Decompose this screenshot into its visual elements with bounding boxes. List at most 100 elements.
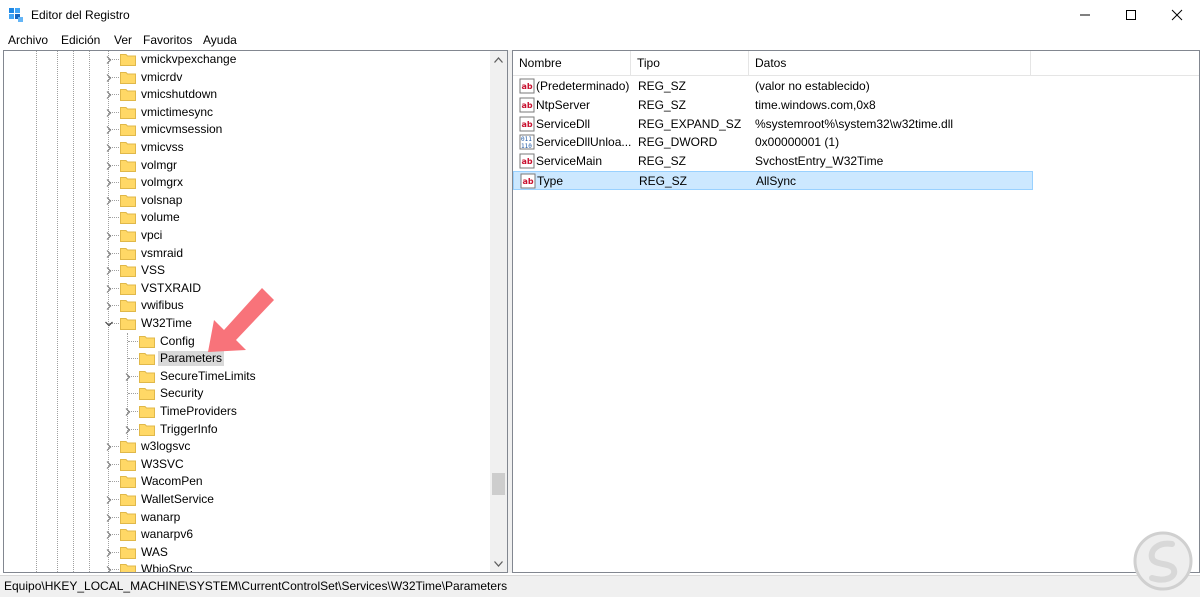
tree-node-label[interactable]: WalletService <box>139 492 216 507</box>
chevron-down-icon[interactable] <box>104 319 114 329</box>
tree-node[interactable]: vsmraid <box>4 245 492 263</box>
chevron-right-icon[interactable] <box>104 161 114 171</box>
tree-node[interactable]: TimeProviders <box>4 403 492 421</box>
tree-node[interactable]: vmictimesync <box>4 104 492 122</box>
tree-node[interactable]: wanarpv6 <box>4 526 492 544</box>
chevron-right-icon[interactable] <box>104 565 114 573</box>
tree-node-label[interactable]: W32Time <box>139 316 194 331</box>
menu-ayuda[interactable]: Ayuda <box>203 33 237 47</box>
tree-node[interactable]: Security <box>4 385 492 403</box>
tree-node-label[interactable]: WacomPen <box>139 474 205 489</box>
tree-node-label[interactable]: VSS <box>139 263 167 278</box>
chevron-right-icon[interactable] <box>104 495 114 505</box>
tree-node[interactable]: vpci <box>4 227 492 245</box>
tree-node-label[interactable]: volsnap <box>139 193 184 208</box>
chevron-right-icon[interactable] <box>123 425 133 435</box>
tree-node[interactable]: SecureTimeLimits <box>4 368 492 386</box>
tree-node-label[interactable]: vmicshutdown <box>139 87 219 102</box>
tree-node[interactable]: vmickvpexchange <box>4 51 492 69</box>
tree-node-label[interactable]: volmgr <box>139 158 179 173</box>
tree-node-label[interactable]: TriggerInfo <box>158 422 220 437</box>
tree-node[interactable]: WacomPen <box>4 473 492 491</box>
chevron-right-icon[interactable] <box>104 143 114 153</box>
tree-node-label[interactable]: Security <box>158 386 205 401</box>
chevron-right-icon[interactable] <box>104 442 114 452</box>
tree-node-label[interactable]: w3logsvc <box>139 439 192 454</box>
tree-node[interactable]: vmicshutdown <box>4 86 492 104</box>
chevron-right-icon[interactable] <box>104 108 114 118</box>
chevron-right-icon[interactable] <box>104 530 114 540</box>
chevron-right-icon[interactable] <box>104 125 114 135</box>
values-list-pane[interactable]: Nombre Tipo Datos ab (Predeterminado) REG_… <box>512 50 1200 573</box>
tree-node-label[interactable]: WbioSrvc <box>139 562 194 572</box>
menu-archivo[interactable]: Archivo <box>8 33 48 47</box>
value-row[interactable]: ab NtpServer REG_SZ time.windows.com,0x8 <box>513 96 1033 115</box>
value-row[interactable]: ab Type REG_SZ AllSync <box>513 171 1033 190</box>
tree-node[interactable]: TriggerInfo <box>4 421 492 439</box>
tree-node-label[interactable]: wanarpv6 <box>139 527 195 542</box>
menu-favoritos[interactable]: Favoritos <box>143 33 192 47</box>
tree-node-label[interactable]: WAS <box>139 545 170 560</box>
column-header-data[interactable]: Datos <box>749 51 1031 75</box>
scroll-down-button[interactable] <box>490 555 507 572</box>
tree-node[interactable]: WAS <box>4 544 492 562</box>
close-button[interactable] <box>1154 0 1200 30</box>
tree-node-label[interactable]: vpci <box>139 228 164 243</box>
tree-node-label[interactable]: VSTXRAID <box>139 281 203 296</box>
value-row[interactable]: 011 110 ServiceDllUnloa... REG_DWORD 0x00000… <box>513 133 1033 152</box>
tree-node[interactable]: w3logsvc <box>4 438 492 456</box>
tree-node-label[interactable]: vmicvmsession <box>139 122 224 137</box>
tree-node[interactable]: WalletService <box>4 491 492 509</box>
tree-node[interactable]: wanarp <box>4 509 492 527</box>
tree-node[interactable]: vmicrdv <box>4 69 492 87</box>
tree-node[interactable]: VSS <box>4 262 492 280</box>
chevron-right-icon[interactable] <box>104 55 114 65</box>
scroll-thumb[interactable] <box>492 473 505 495</box>
tree-node-label[interactable]: W3SVC <box>139 457 186 472</box>
tree-node[interactable]: W3SVC <box>4 456 492 474</box>
chevron-right-icon[interactable] <box>104 284 114 294</box>
tree-node[interactable]: WbioSrvc <box>4 561 492 573</box>
tree-node-label[interactable]: wanarp <box>139 510 182 525</box>
chevron-right-icon[interactable] <box>123 372 133 382</box>
chevron-right-icon[interactable] <box>104 266 114 276</box>
chevron-right-icon[interactable] <box>104 73 114 83</box>
chevron-right-icon[interactable] <box>104 196 114 206</box>
chevron-right-icon[interactable] <box>104 460 114 470</box>
chevron-right-icon[interactable] <box>104 178 114 188</box>
maximize-button[interactable] <box>1108 0 1154 30</box>
chevron-right-icon[interactable] <box>104 513 114 523</box>
tree-node-label[interactable]: Config <box>158 334 197 349</box>
chevron-right-icon[interactable] <box>104 231 114 241</box>
tree-node-label[interactable]: vwifibus <box>139 298 186 313</box>
tree-node[interactable]: volsnap <box>4 192 492 210</box>
tree-node-label[interactable]: vsmraid <box>139 246 185 261</box>
minimize-button[interactable] <box>1062 0 1108 30</box>
scroll-up-button[interactable] <box>490 51 507 68</box>
tree-node[interactable]: vmicvss <box>4 139 492 157</box>
chevron-right-icon[interactable] <box>104 301 114 311</box>
chevron-right-icon[interactable] <box>104 249 114 259</box>
tree-node-label[interactable]: TimeProviders <box>158 404 239 419</box>
tree-node-label[interactable]: SecureTimeLimits <box>158 369 258 384</box>
tree-node[interactable]: volume <box>4 209 492 227</box>
tree-node-label[interactable]: vmickvpexchange <box>139 52 238 67</box>
tree-node[interactable]: vmicvmsession <box>4 121 492 139</box>
value-row[interactable]: ab (Predeterminado) REG_SZ (valor no establ… <box>513 77 1033 96</box>
menu-ver[interactable]: Ver <box>114 33 132 47</box>
tree-node-label[interactable]: volmgrx <box>139 175 185 190</box>
value-row[interactable]: ab ServiceDll REG_EXPAND_SZ %systemroot%\sy… <box>513 115 1033 134</box>
chevron-right-icon[interactable] <box>123 407 133 417</box>
tree-node[interactable]: volmgrx <box>4 174 492 192</box>
column-header-name[interactable]: Nombre <box>513 51 631 75</box>
tree-node-label[interactable]: vmicvss <box>139 140 186 155</box>
value-row[interactable]: ab ServiceMain REG_SZ SvchostEntry_W32Time <box>513 152 1033 171</box>
tree-node-label[interactable]: volume <box>139 210 182 225</box>
column-header-type[interactable]: Tipo <box>631 51 749 75</box>
tree-node-label[interactable]: vmicrdv <box>139 70 184 85</box>
tree-vertical-scrollbar[interactable] <box>490 51 507 572</box>
tree-node[interactable]: volmgr <box>4 157 492 175</box>
menu-edicion[interactable]: Edición <box>61 33 100 47</box>
chevron-right-icon[interactable] <box>104 548 114 558</box>
tree-node-label[interactable]: vmictimesync <box>139 105 215 120</box>
